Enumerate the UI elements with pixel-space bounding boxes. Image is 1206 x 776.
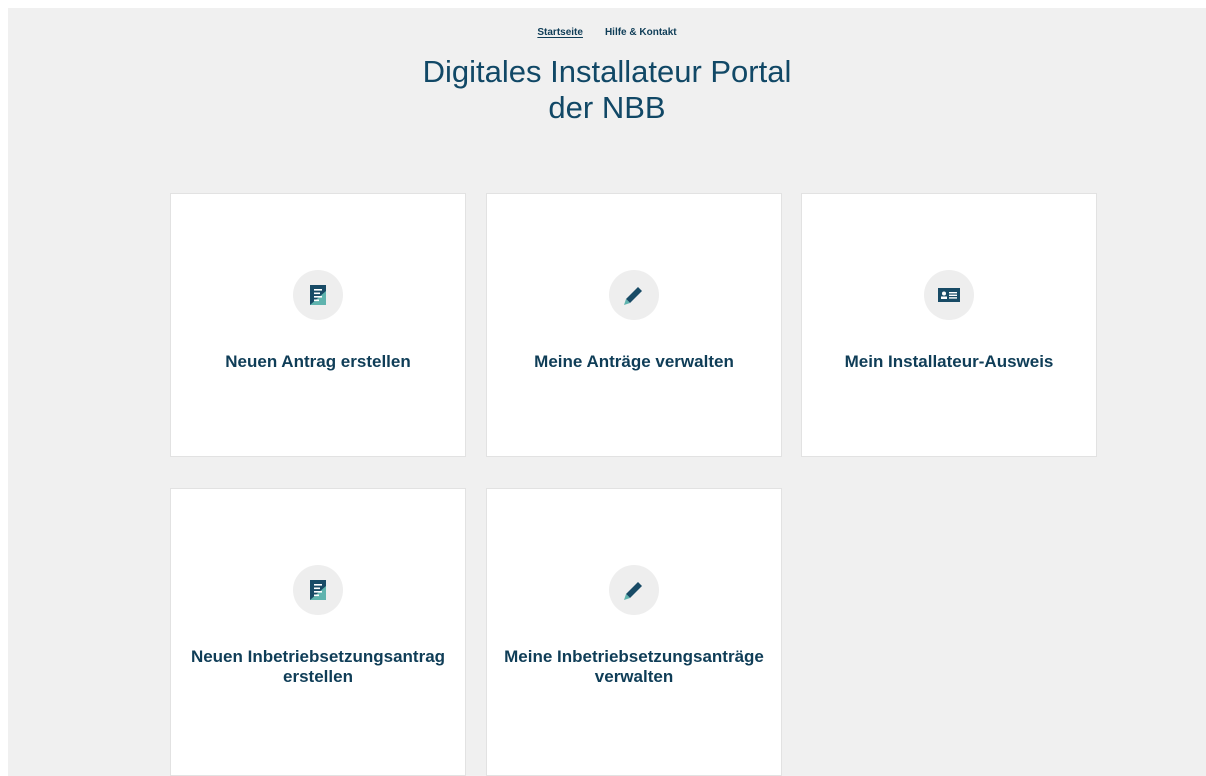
card-label: Meine Anträge verwalten	[534, 352, 734, 371]
pencil-icon	[609, 270, 659, 320]
card-label: Neuen Inbetriebsetzungsantrag erstellen	[181, 647, 455, 687]
card-label-line-2: verwalten	[594, 667, 674, 686]
document-icon	[293, 565, 343, 615]
page-title-line-2: der NBB	[548, 90, 666, 125]
card-neuen-inbetriebsetzungsantrag-erstellen[interactable]: Neuen Inbetriebsetzungsantrag erstellen	[170, 488, 466, 776]
card-meine-inbetriebsetzungsantraege-verwalten[interactable]: Meine Inbetriebsetzungsanträge verwalten	[486, 488, 782, 776]
page-title: Digitales Installateur Portal der NBB	[8, 54, 1206, 126]
page-title-line-1: Digitales Installateur Portal	[422, 54, 792, 89]
top-navigation: Startseite Hilfe & Kontakt	[8, 27, 1206, 38]
card-meine-antraege-verwalten[interactable]: Meine Anträge verwalten	[486, 193, 782, 457]
card-mein-installateur-ausweis[interactable]: Mein Installateur-Ausweis	[801, 193, 1097, 457]
card-label: Neuen Antrag erstellen	[225, 352, 411, 371]
card-label-line-2: erstellen	[283, 667, 353, 686]
nav-link-startseite[interactable]: Startseite	[537, 27, 583, 38]
card-label: Mein Installateur-Ausweis	[844, 352, 1054, 371]
nav-link-hilfe-kontakt[interactable]: Hilfe & Kontakt	[605, 27, 677, 38]
card-neuen-antrag-erstellen[interactable]: Neuen Antrag erstellen	[170, 193, 466, 457]
document-icon	[293, 270, 343, 320]
pencil-icon	[609, 565, 659, 615]
page-background: Startseite Hilfe & Kontakt Digitales Ins…	[8, 8, 1206, 776]
card-label: Meine Inbetriebsetzungsanträge verwalten	[497, 647, 771, 687]
card-label-line-1: Meine Inbetriebsetzungsanträge	[504, 647, 764, 666]
card-label-line-1: Neuen Inbetriebsetzungsantrag	[190, 647, 446, 666]
id-card-icon	[924, 270, 974, 320]
